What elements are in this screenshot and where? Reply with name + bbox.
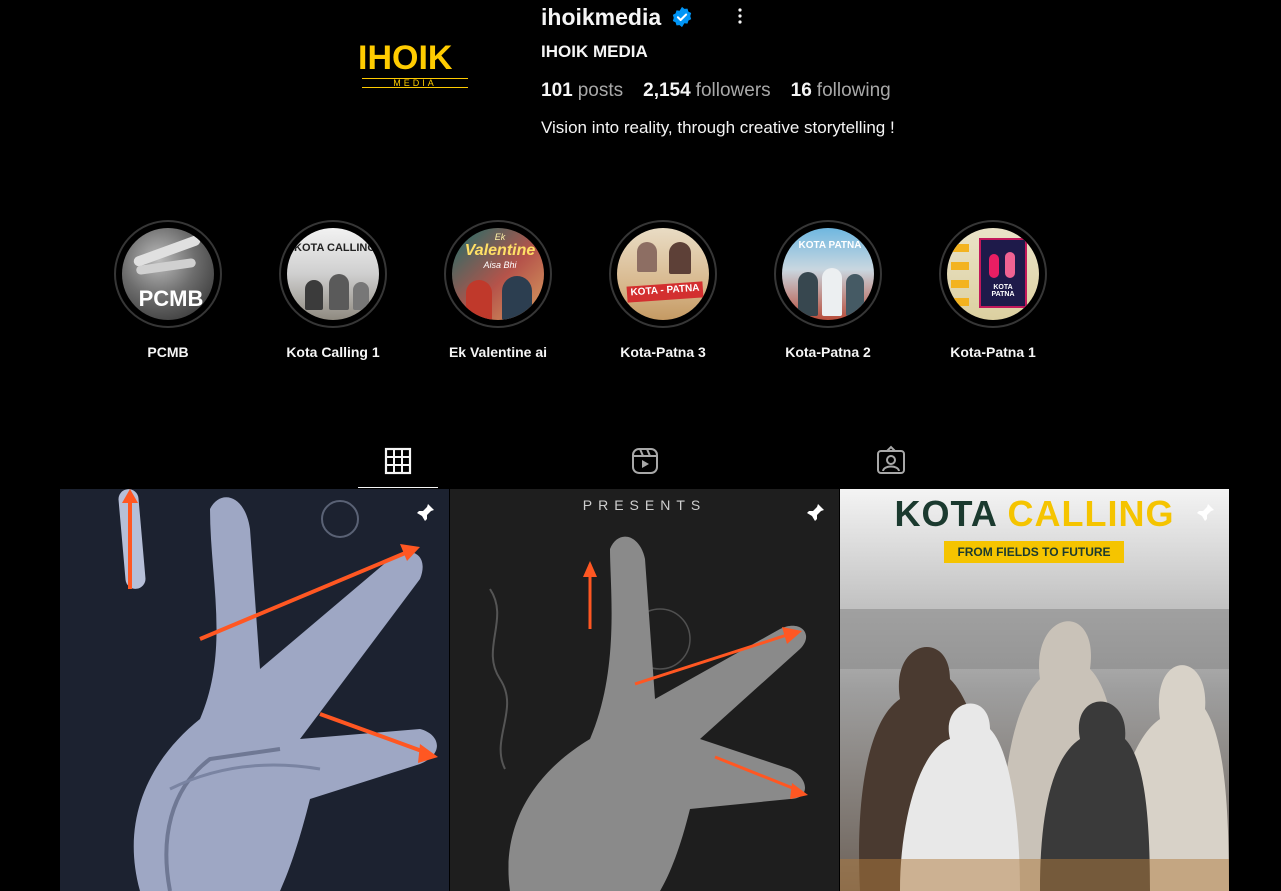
more-options-icon[interactable] xyxy=(730,6,750,26)
highlight-cover: KOTA - PATNA xyxy=(617,228,709,320)
followers-label: followers xyxy=(695,80,771,101)
post-subtitle: FROM FIELDS TO FUTURE xyxy=(944,541,1124,563)
followers-stat[interactable]: 2,154 followers xyxy=(643,80,771,102)
highlight-cover: Ek Valentine Aisa Bhi xyxy=(452,228,544,320)
highlight-ring: KOTA - PATNA xyxy=(609,220,717,328)
post-image xyxy=(60,489,449,891)
highlight-pcmb[interactable]: PCMB PCMB xyxy=(112,220,224,360)
posts-stat: 101 posts xyxy=(541,80,623,102)
profile-bio: Vision into reality, through creative st… xyxy=(541,118,895,137)
highlight-cover: KOTA PATNA xyxy=(782,228,874,320)
highlight-label: Kota Calling 1 xyxy=(286,344,380,360)
highlight-kota-patna-2[interactable]: KOTA PATNA Kota-Patna 2 xyxy=(772,220,884,360)
profile-avatar[interactable]: IHOIK MEDIA xyxy=(352,38,476,94)
following-stat[interactable]: 16 following xyxy=(791,80,891,102)
highlight-cover: PCMB xyxy=(122,228,214,320)
post-tile[interactable]: PRESENTS xyxy=(450,489,839,891)
highlight-cover: KOTA PATNA xyxy=(947,228,1039,320)
highlight-kota-calling-1[interactable]: KOTA CALLING Kota Calling 1 xyxy=(277,220,389,360)
highlight-label: Kota-Patna 2 xyxy=(785,344,871,360)
posts-grid-icon[interactable] xyxy=(382,445,414,477)
highlight-ring: PCMB xyxy=(114,220,222,328)
highlight-kota-patna-3[interactable]: KOTA - PATNA Kota-Patna 3 xyxy=(607,220,719,360)
logo-subtext: MEDIA xyxy=(362,78,468,88)
highlight-cover-text-1: Ek xyxy=(494,232,506,242)
username-row: ihoikmedia xyxy=(541,2,693,32)
highlight-cover-text-2: Valentine xyxy=(464,242,536,259)
highlight-cover: KOTA CALLING xyxy=(287,228,379,320)
post-title-part-1: KOTA xyxy=(894,493,997,534)
pinned-icon xyxy=(417,504,434,521)
posts-grid: PRESENTS KOTA CALLING FROM FIELDS TO FUT… xyxy=(60,489,1229,891)
profile-stats: 101 posts 2,154 followers 16 following xyxy=(541,80,891,102)
logo-text: IHOIK xyxy=(358,39,453,77)
highlight-label: Kota-Patna 1 xyxy=(950,344,1036,360)
posts-count: 101 xyxy=(541,80,573,101)
highlight-ring: KOTA CALLING xyxy=(279,220,387,328)
highlight-cover-text: KOTA CALLING xyxy=(294,242,376,254)
posts-label: posts xyxy=(577,80,624,101)
followers-count: 2,154 xyxy=(643,80,691,101)
highlight-ring: KOTA PATNA xyxy=(939,220,1047,328)
profile-full-name: IHOIK MEDIA xyxy=(541,42,648,61)
verified-badge-icon xyxy=(672,6,692,28)
username[interactable]: ihoikmedia xyxy=(541,4,661,31)
highlight-cover-text: KOTA PATNA xyxy=(798,240,862,251)
highlight-cover-text: KOTA PATNA xyxy=(991,284,1015,298)
following-count: 16 xyxy=(790,80,812,101)
post-tile[interactable] xyxy=(60,489,449,891)
following-label: following xyxy=(816,80,891,101)
reels-icon[interactable] xyxy=(629,445,661,477)
highlight-cover-text-3: Aisa Bhi xyxy=(483,260,517,270)
active-tab-indicator xyxy=(358,487,438,488)
highlight-kota-patna-1[interactable]: KOTA PATNA Kota-Patna 1 xyxy=(937,220,1049,360)
highlight-cover-text: PCMB xyxy=(138,286,204,311)
highlight-ring: KOTA PATNA xyxy=(774,220,882,328)
logo-wordmark: IHOIK xyxy=(358,38,452,78)
highlight-label: PCMB xyxy=(147,344,189,360)
pinned-icon xyxy=(1197,504,1214,521)
highlight-ring: Ek Valentine Aisa Bhi xyxy=(444,220,552,328)
tagged-icon[interactable] xyxy=(875,445,907,477)
post-image xyxy=(450,489,839,891)
post-tile[interactable]: KOTA CALLING FROM FIELDS TO FUTURE xyxy=(840,489,1229,891)
post-overlay-text: PRESENTS xyxy=(582,497,707,513)
highlight-label: Ek Valentine ai xyxy=(448,344,548,360)
post-title: KOTA CALLING xyxy=(840,493,1229,535)
highlight-label: Kota-Patna 3 xyxy=(620,344,706,360)
post-title-part-2: CALLING xyxy=(1007,493,1175,534)
highlight-ek-valentine[interactable]: Ek Valentine Aisa Bhi Ek Valentine ai xyxy=(442,220,554,360)
pinned-icon xyxy=(807,504,824,521)
